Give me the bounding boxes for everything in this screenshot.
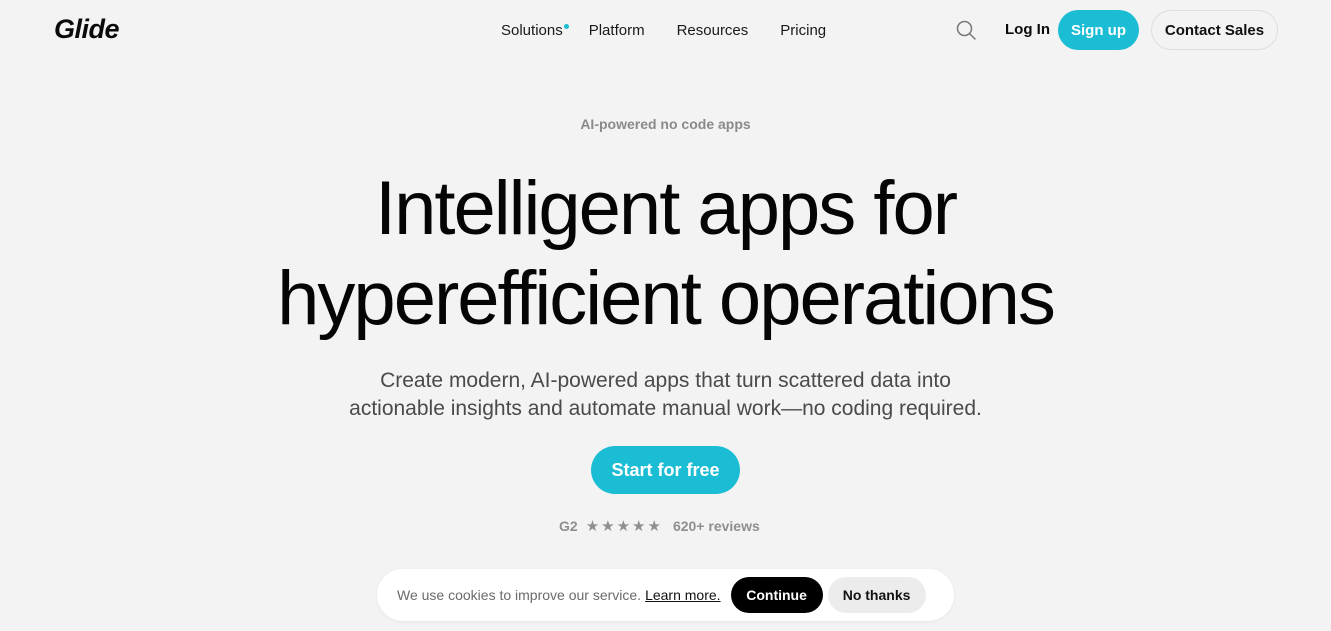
reviews-count: 620+ reviews	[672, 518, 760, 534]
nav-pricing[interactable]: Pricing	[780, 22, 826, 39]
hero-title: Intelligent apps for hyperefficient oper…	[0, 164, 1331, 344]
star-icon: ★	[585, 517, 600, 535]
cookie-banner: We use cookies to improve our service. L…	[377, 569, 954, 621]
hero-title-line-2: hyperefficient operations	[277, 256, 1056, 341]
contact-sales-button[interactable]: Contact Sales	[1151, 10, 1278, 50]
search-icon[interactable]	[955, 19, 977, 41]
signup-button[interactable]: Sign up	[1058, 10, 1139, 50]
continue-button[interactable]: Continue	[730, 577, 823, 613]
nav-links: Solutions Platform Resources Pricing	[501, 22, 826, 39]
nav-platform[interactable]: Platform	[589, 22, 645, 39]
g2-reviews[interactable]: G2 ★ ★ ★ ★ ★ 620+ reviews	[559, 518, 760, 534]
hero-subtitle-line-2: actionable insights and automate manual …	[349, 397, 982, 420]
g2-label: G2	[559, 518, 578, 534]
cookie-message: We use cookies to improve our service.	[397, 587, 642, 603]
nav-resources[interactable]: Resources	[677, 22, 749, 39]
star-icon: ★	[616, 517, 631, 535]
nav-solutions-label: Solutions	[501, 22, 563, 39]
start-for-free-button[interactable]: Start for free	[591, 446, 740, 494]
star-icon: ★	[647, 517, 661, 535]
top-navigation: Glide Solutions Platform Resources Prici…	[0, 0, 1331, 60]
nav-solutions[interactable]: Solutions	[501, 22, 569, 39]
learn-more-link[interactable]: Learn more.	[645, 587, 720, 603]
star-icon: ★	[632, 517, 646, 535]
new-indicator-dot	[563, 24, 569, 29]
no-thanks-button[interactable]: No thanks	[827, 577, 926, 613]
glide-logo[interactable]: Glide	[54, 14, 120, 45]
star-icon: ★	[601, 517, 615, 535]
hero-subtitle: Create modern, AI-powered apps that turn…	[0, 367, 1331, 423]
hero-subtitle-line-1: Create modern, AI-powered apps that turn…	[380, 369, 951, 392]
hero-eyebrow: AI-powered no code apps	[580, 116, 751, 132]
hero-title-line-1: Intelligent apps for	[374, 166, 958, 251]
login-link[interactable]: Log In	[1005, 21, 1050, 38]
rating-stars: ★ ★ ★ ★ ★	[586, 519, 661, 534]
